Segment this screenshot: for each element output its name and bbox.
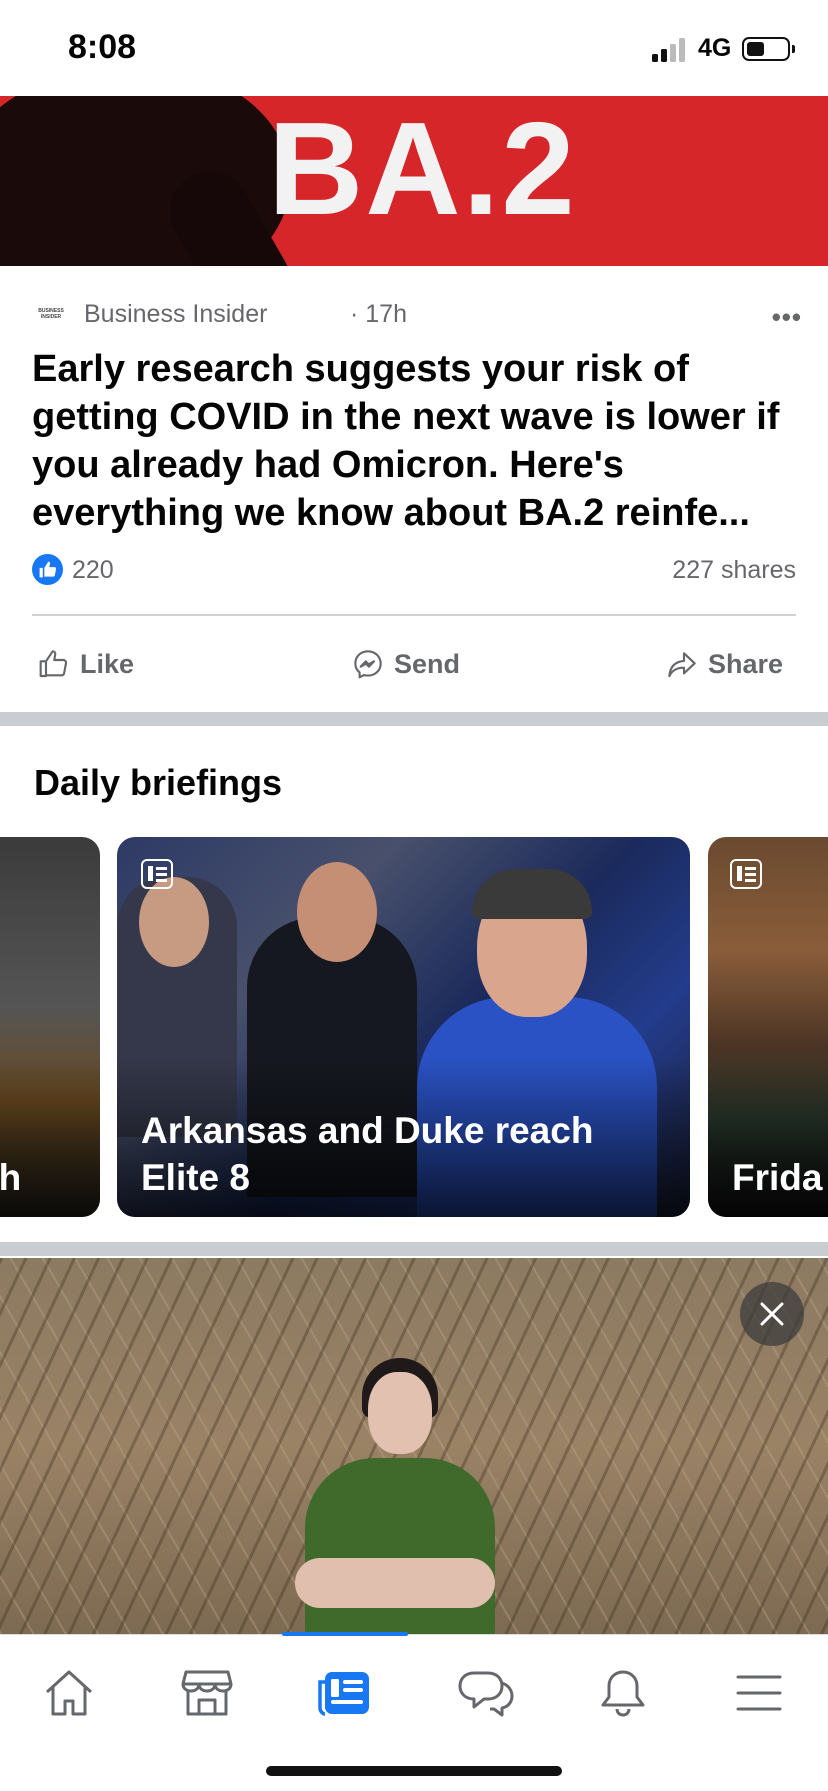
briefing-card-title: gh <box>0 1157 22 1198</box>
article-hero-image[interactable]: BA.2 <box>0 96 828 266</box>
share-arrow-icon <box>668 652 696 678</box>
briefing-card[interactable]: Frida <box>708 837 828 1217</box>
shares-count[interactable]: 227 shares <box>672 556 796 585</box>
like-button[interactable]: Like <box>38 636 134 692</box>
post-source-row: BUSINESS INSIDER Business Insider · 17h … <box>34 296 801 336</box>
briefing-card-title: Frida <box>732 1157 823 1198</box>
news-feed-icon <box>141 859 173 889</box>
news-icon[interactable] <box>310 1665 380 1721</box>
messages-icon[interactable] <box>448 1665 518 1721</box>
section-separator <box>0 712 828 726</box>
reaction-count[interactable]: 220 <box>72 556 114 585</box>
active-tab-indicator <box>282 1632 408 1636</box>
news-feed-icon <box>730 859 762 889</box>
thumbs-up-icon <box>39 650 68 678</box>
section-separator <box>0 1242 828 1256</box>
like-reaction-icon[interactable] <box>32 554 63 585</box>
share-label: Share <box>708 648 784 679</box>
marketplace-icon[interactable] <box>172 1665 242 1721</box>
post-time: · 17h <box>350 300 407 328</box>
briefing-card-title: Arkansas and Duke reach Elite 8 <box>141 1110 594 1198</box>
home-icon[interactable] <box>34 1665 104 1721</box>
post-time-value: 17h <box>365 300 407 328</box>
messenger-icon <box>354 650 382 679</box>
cellular-signal-icon <box>652 38 685 62</box>
photo-subject <box>290 1358 500 1634</box>
briefing-card[interactable]: gh <box>0 837 100 1217</box>
post-photo[interactable] <box>0 1258 828 1634</box>
network-type: 4G <box>698 34 732 62</box>
source-name[interactable]: Business Insider <box>84 300 267 329</box>
briefing-card[interactable]: Arkansas and Duke reach Elite 8 <box>117 837 690 1217</box>
like-label: Like <box>80 648 135 679</box>
notifications-icon[interactable] <box>588 1665 658 1721</box>
home-indicator[interactable] <box>266 1766 562 1776</box>
divider <box>32 614 796 616</box>
hero-image-text: BA.2 <box>268 96 577 242</box>
more-dots-icon[interactable]: ••• <box>772 302 802 333</box>
status-time: 8:08 <box>68 28 137 66</box>
post-headline[interactable]: Early research suggests your risk of get… <box>32 345 792 537</box>
reactions-row: 220 227 shares <box>32 552 796 588</box>
daily-briefings-title: Daily briefings <box>34 762 283 803</box>
post-actions: Like Send Share <box>0 636 828 692</box>
menu-icon[interactable] <box>724 1665 794 1721</box>
share-button[interactable]: Share <box>666 636 783 692</box>
status-bar: 8:08 4G <box>0 0 828 96</box>
send-button[interactable]: Send <box>352 636 460 692</box>
battery-icon <box>742 37 795 61</box>
close-icon[interactable] <box>740 1282 804 1346</box>
source-logo[interactable]: BUSINESS INSIDER <box>34 308 68 322</box>
send-label: Send <box>394 648 461 679</box>
